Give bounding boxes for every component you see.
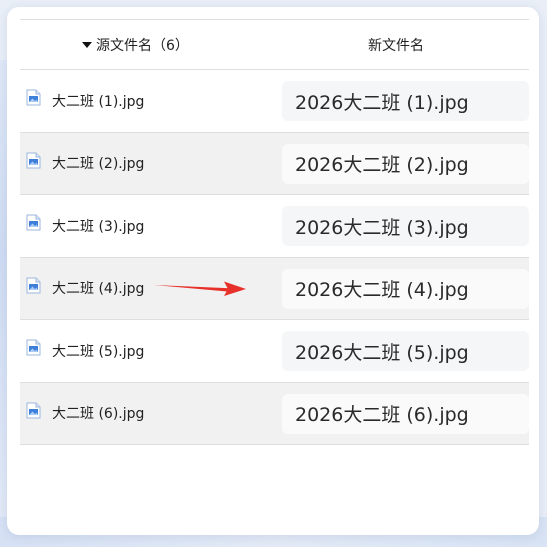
new-file-name-field[interactable]: 2026大二班 (1).jpg bbox=[282, 81, 529, 121]
new-name-cell: 2026大二班 (6).jpg bbox=[274, 383, 529, 445]
table-row[interactable]: 大二班 (5).jpg 2026大二班 (5).jpg bbox=[20, 320, 529, 383]
source-cell: 大二班 (5).jpg bbox=[20, 320, 274, 382]
source-file-name: 大二班 (2).jpg bbox=[52, 156, 145, 173]
rename-table: 源文件名（6） 新文件名 大二班 (1).jpg 2026大二班 (1).jpg… bbox=[20, 19, 529, 445]
table-row[interactable]: 大二班 (2).jpg 2026大二班 (2).jpg bbox=[20, 132, 529, 195]
source-file-name: 大二班 (6).jpg bbox=[52, 406, 145, 423]
new-file-name-field[interactable]: 2026大二班 (3).jpg bbox=[282, 206, 529, 246]
new-file-name-field[interactable]: 2026大二班 (2).jpg bbox=[282, 143, 529, 184]
new-name-cell: 2026大二班 (5).jpg bbox=[274, 320, 529, 382]
table-body: 大二班 (1).jpg 2026大二班 (1).jpg 大二班 (2).jpg … bbox=[20, 70, 529, 445]
source-file-name: 大二班 (4).jpg bbox=[52, 281, 145, 298]
source-column-header[interactable]: 源文件名（6） bbox=[20, 20, 274, 69]
table-row[interactable]: 大二班 (4).jpg 2026大二班 (4).jpg bbox=[20, 257, 529, 320]
source-file-name: 大二班 (5).jpg bbox=[52, 343, 145, 360]
source-cell: 大二班 (1).jpg bbox=[20, 70, 274, 132]
source-file-name: 大二班 (3).jpg bbox=[52, 218, 145, 235]
source-file-name: 大二班 (1).jpg bbox=[52, 93, 145, 110]
new-name-cell: 2026大二班 (2).jpg bbox=[274, 133, 529, 195]
source-column-label: 源文件名（6） bbox=[96, 37, 189, 54]
new-column-label: 新文件名 bbox=[368, 37, 424, 54]
source-cell: 大二班 (3).jpg bbox=[20, 195, 274, 257]
table-row[interactable]: 大二班 (1).jpg 2026大二班 (1).jpg bbox=[20, 70, 529, 133]
table-row[interactable]: 大二班 (6).jpg 2026大二班 (6).jpg bbox=[20, 382, 529, 445]
new-file-name-field[interactable]: 2026大二班 (6).jpg bbox=[282, 393, 529, 434]
source-cell: 大二班 (2).jpg bbox=[20, 133, 274, 195]
new-file-name-field[interactable]: 2026大二班 (5).jpg bbox=[282, 331, 529, 371]
source-cell: 大二班 (6).jpg bbox=[20, 383, 274, 445]
new-name-cell: 2026大二班 (3).jpg bbox=[274, 195, 529, 257]
new-name-cell: 2026大二班 (1).jpg bbox=[274, 70, 529, 132]
new-file-name-field[interactable]: 2026大二班 (4).jpg bbox=[282, 268, 529, 309]
arrow-right-icon bbox=[154, 281, 246, 296]
image-file-icon bbox=[26, 402, 41, 419]
new-name-cell: 2026大二班 (4).jpg bbox=[274, 258, 529, 320]
rename-preview-panel: 源文件名（6） 新文件名 大二班 (1).jpg 2026大二班 (1).jpg… bbox=[7, 7, 539, 535]
image-file-icon bbox=[26, 152, 41, 169]
image-file-icon bbox=[26, 89, 41, 106]
image-file-icon bbox=[26, 339, 41, 356]
image-file-icon bbox=[26, 277, 41, 294]
table-header: 源文件名（6） 新文件名 bbox=[20, 20, 529, 70]
new-column-header: 新文件名 bbox=[274, 20, 529, 69]
table-row[interactable]: 大二班 (3).jpg 2026大二班 (3).jpg bbox=[20, 195, 529, 258]
sort-down-icon[interactable] bbox=[82, 41, 92, 48]
image-file-icon bbox=[26, 214, 41, 231]
